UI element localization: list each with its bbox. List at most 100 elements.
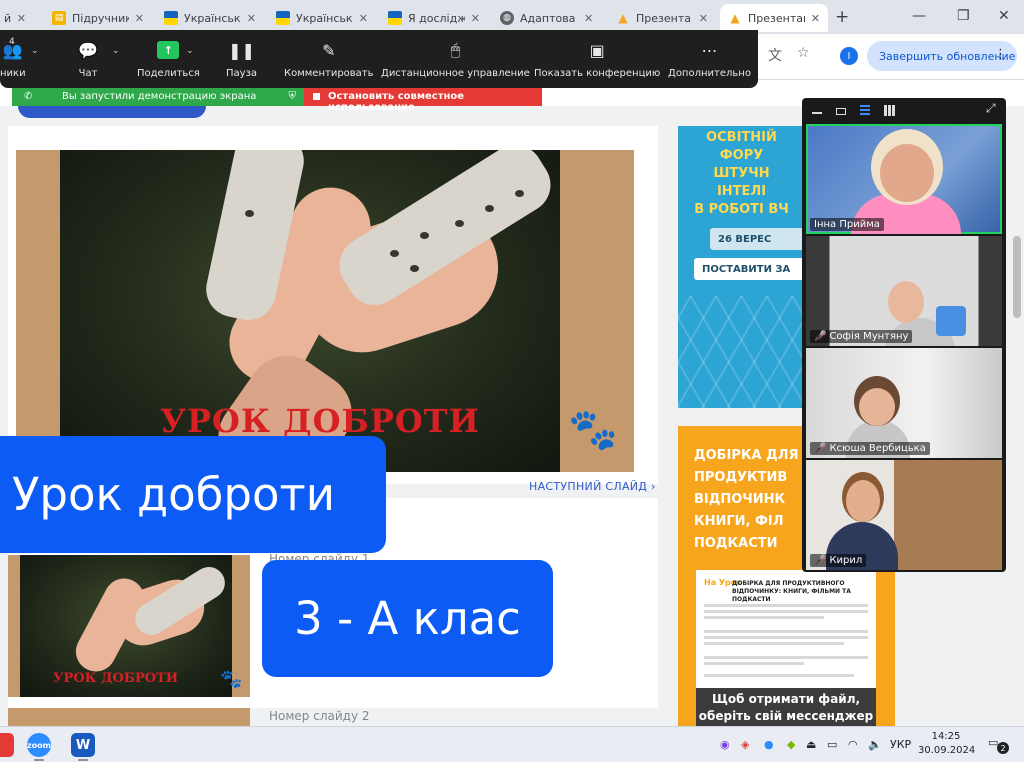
browser-tab-active[interactable]: ▲ Презентац ✕ xyxy=(720,4,828,32)
usb-tray-icon[interactable]: ⏏ xyxy=(806,738,816,751)
zoom-tray-icon[interactable]: ● xyxy=(764,738,774,751)
video-tile[interactable]: 🎤̸ Кирил xyxy=(806,460,1002,570)
chevron-down-icon[interactable]: ⌄ xyxy=(31,46,39,56)
browser-tab[interactable]: ▤ Підручник ✕ xyxy=(44,4,152,32)
minimize-icon[interactable]: — xyxy=(912,8,926,24)
participant-name: 🎤̸ Софія Мунтяну xyxy=(810,330,913,343)
class-label-overlay: 3 - А клас xyxy=(262,560,553,677)
slide-thumbnail-title: УРОК ДОБРОТИ xyxy=(53,671,179,686)
browser-tab[interactable]: й ✕ xyxy=(0,4,34,32)
stop-icon xyxy=(313,93,320,100)
share-button[interactable]: ↑ Поделиться xyxy=(137,38,200,79)
more-button[interactable]: ⋯ Дополнительно xyxy=(668,38,751,80)
browser-tab[interactable]: Я дослідж ✕ xyxy=(380,4,488,32)
remote-control-button[interactable]: 🖱 Дистанционное управление xyxy=(381,38,530,79)
video-tile[interactable]: Інна Прийма xyxy=(806,124,1002,234)
pencil-icon: ✎ xyxy=(322,40,336,60)
slide-title: УРОК ДОБРОТИ xyxy=(160,402,480,440)
scrollbar-thumb[interactable] xyxy=(1013,236,1021,318)
pause-share-button[interactable]: ❚❚ Пауза xyxy=(226,38,257,80)
show-meeting-icon: ▣ xyxy=(589,40,605,60)
book-icon: ▤ xyxy=(52,11,66,25)
minimize-gallery-icon[interactable] xyxy=(812,112,822,114)
participant-name: Інна Прийма xyxy=(810,218,884,231)
chat-button[interactable]: 💬 Чат xyxy=(76,38,100,80)
close-icon[interactable]: ✕ xyxy=(471,12,480,25)
restore-icon[interactable]: ❐ xyxy=(957,8,970,24)
muted-mic-icon: 🎤̸ xyxy=(814,331,827,342)
page-header-button[interactable] xyxy=(18,106,206,118)
kebab-menu-icon[interactable]: ⋮ xyxy=(994,47,1007,62)
wifi-icon[interactable]: ◠ xyxy=(848,738,858,751)
profile-avatar[interactable]: I xyxy=(840,47,858,65)
input-language[interactable]: УКР xyxy=(890,738,911,751)
new-tab-icon[interactable]: + xyxy=(835,7,849,27)
video-tile[interactable]: 🎤̸ Софія Мунтяну xyxy=(806,236,1002,346)
zoom-app-icon[interactable]: zoom xyxy=(27,733,51,757)
running-indicator xyxy=(34,759,44,761)
globe-icon: ◍ xyxy=(500,11,514,25)
show-meeting-button[interactable]: ▣ Показать конференцию xyxy=(534,38,660,80)
stop-share-button[interactable]: Остановить совместное использование xyxy=(304,88,542,113)
forum-cta-button[interactable]: ПОСТАВИТИ ЗА xyxy=(694,258,805,280)
close-icon[interactable]: ✕ xyxy=(811,12,820,25)
close-icon[interactable]: ✕ xyxy=(699,12,708,25)
nvidia-tray-icon[interactable]: ◆ xyxy=(787,738,795,751)
speaker-icon[interactable]: 🔈 xyxy=(868,738,882,751)
chevron-down-icon[interactable]: ⌄ xyxy=(186,46,194,56)
more-icon: ⋯ xyxy=(701,40,718,60)
slide-image[interactable]: УРОК ДОБРОТИ 🐾 xyxy=(16,150,634,472)
paw-print-icon: 🐾 xyxy=(220,669,243,690)
strip-view-icon[interactable] xyxy=(860,105,870,115)
video-tile[interactable]: 🎤̸ Ксюша Вербицька xyxy=(806,348,1002,458)
close-icon[interactable]: ✕ xyxy=(359,12,368,25)
naurok-icon: ▲ xyxy=(618,11,628,25)
gallery-header: ⤢ xyxy=(802,98,1006,122)
expand-icon[interactable]: ⤢ xyxy=(986,101,996,116)
close-icon[interactable]: ✕ xyxy=(135,12,144,25)
chevron-down-icon[interactable]: ⌄ xyxy=(112,46,120,56)
word-app-icon[interactable]: W xyxy=(71,733,95,757)
update-button[interactable]: Завершить обновление ⋮ xyxy=(867,41,1017,71)
close-icon[interactable]: ✕ xyxy=(17,12,26,25)
zoom-video-gallery: ⤢ Інна Прийма 🎤̸ Софія Мунтяну 🎤̸ Ксюша Ве… xyxy=(802,98,1006,572)
phone-icon: ✆ xyxy=(24,91,33,102)
participants-icon: 👥 xyxy=(2,40,23,60)
ukraine-flag-icon xyxy=(388,11,402,25)
windows-taskbar: zoom W ◉ ◈ ● ◆ ⏏ ▭ ◠ 🔈 УКР 14:25 30.09.2… xyxy=(0,726,1024,762)
clock[interactable]: 14:25 30.09.2024 xyxy=(918,730,975,758)
participant-name: 🎤̸ Кирил xyxy=(810,554,867,567)
slide-card: УРОК ДОБРОТИ 🐾 НАСТУПНИЙ СЛАЙД › xyxy=(8,126,658,493)
slide-thumbnail[interactable]: УРОК ДОБРОТИ 🐾 xyxy=(8,555,250,697)
app-icon[interactable] xyxy=(0,733,14,757)
muted-mic-icon: 🎤̸ xyxy=(814,443,827,454)
browser-tab[interactable]: Українськ ✕ xyxy=(156,4,264,32)
browser-tab[interactable]: Українськ ✕ xyxy=(268,4,376,32)
hexagon-pattern xyxy=(678,296,805,408)
translate-icon[interactable]: 文 xyxy=(768,45,782,65)
ukraine-flag-icon xyxy=(164,11,178,25)
participants-button[interactable]: 👥 ники xyxy=(0,38,26,80)
participant-name: 🎤̸ Ксюша Вербицька xyxy=(810,442,930,455)
notification-center-icon[interactable]: ▭ 2 xyxy=(988,736,1009,754)
bookmark-star-icon[interactable]: ☆ xyxy=(797,45,810,61)
battery-icon[interactable]: ▭ xyxy=(827,738,837,751)
window-close-icon[interactable]: ✕ xyxy=(998,8,1010,24)
tray-app-icon[interactable]: ◈ xyxy=(741,738,749,751)
annotate-button[interactable]: ✎ Комментировать xyxy=(284,38,374,80)
slide-thumbnail[interactable] xyxy=(8,708,250,726)
viber-tray-icon[interactable]: ◉ xyxy=(720,738,730,751)
page-scrollbar[interactable] xyxy=(1010,106,1024,726)
mouse-icon: 🖱 xyxy=(450,40,461,59)
browser-tab[interactable]: ▲ Презента ✕ xyxy=(608,4,716,32)
muted-mic-icon: 🎤̸ xyxy=(814,555,827,566)
messenger-prompt[interactable]: Щоб отримати файл, оберіть свій мессендж… xyxy=(696,688,876,726)
speaker-view-icon[interactable] xyxy=(836,108,846,115)
close-icon[interactable]: ✕ xyxy=(247,12,256,25)
gallery-grid-icon[interactable] xyxy=(884,105,895,116)
lesson-title-overlay: Урок доброти xyxy=(0,436,386,553)
browser-tab[interactable]: ◍ Адаптова ✕ xyxy=(492,4,604,32)
next-slide-link[interactable]: НАСТУПНИЙ СЛАЙД › xyxy=(529,480,656,493)
forum-ad-banner[interactable]: ОСВІТНІЙ ФОРУ ШТУЧН ІНТЕЛІ В РОБОТІ ВЧ 2… xyxy=(678,126,805,408)
close-icon[interactable]: ✕ xyxy=(584,12,593,25)
